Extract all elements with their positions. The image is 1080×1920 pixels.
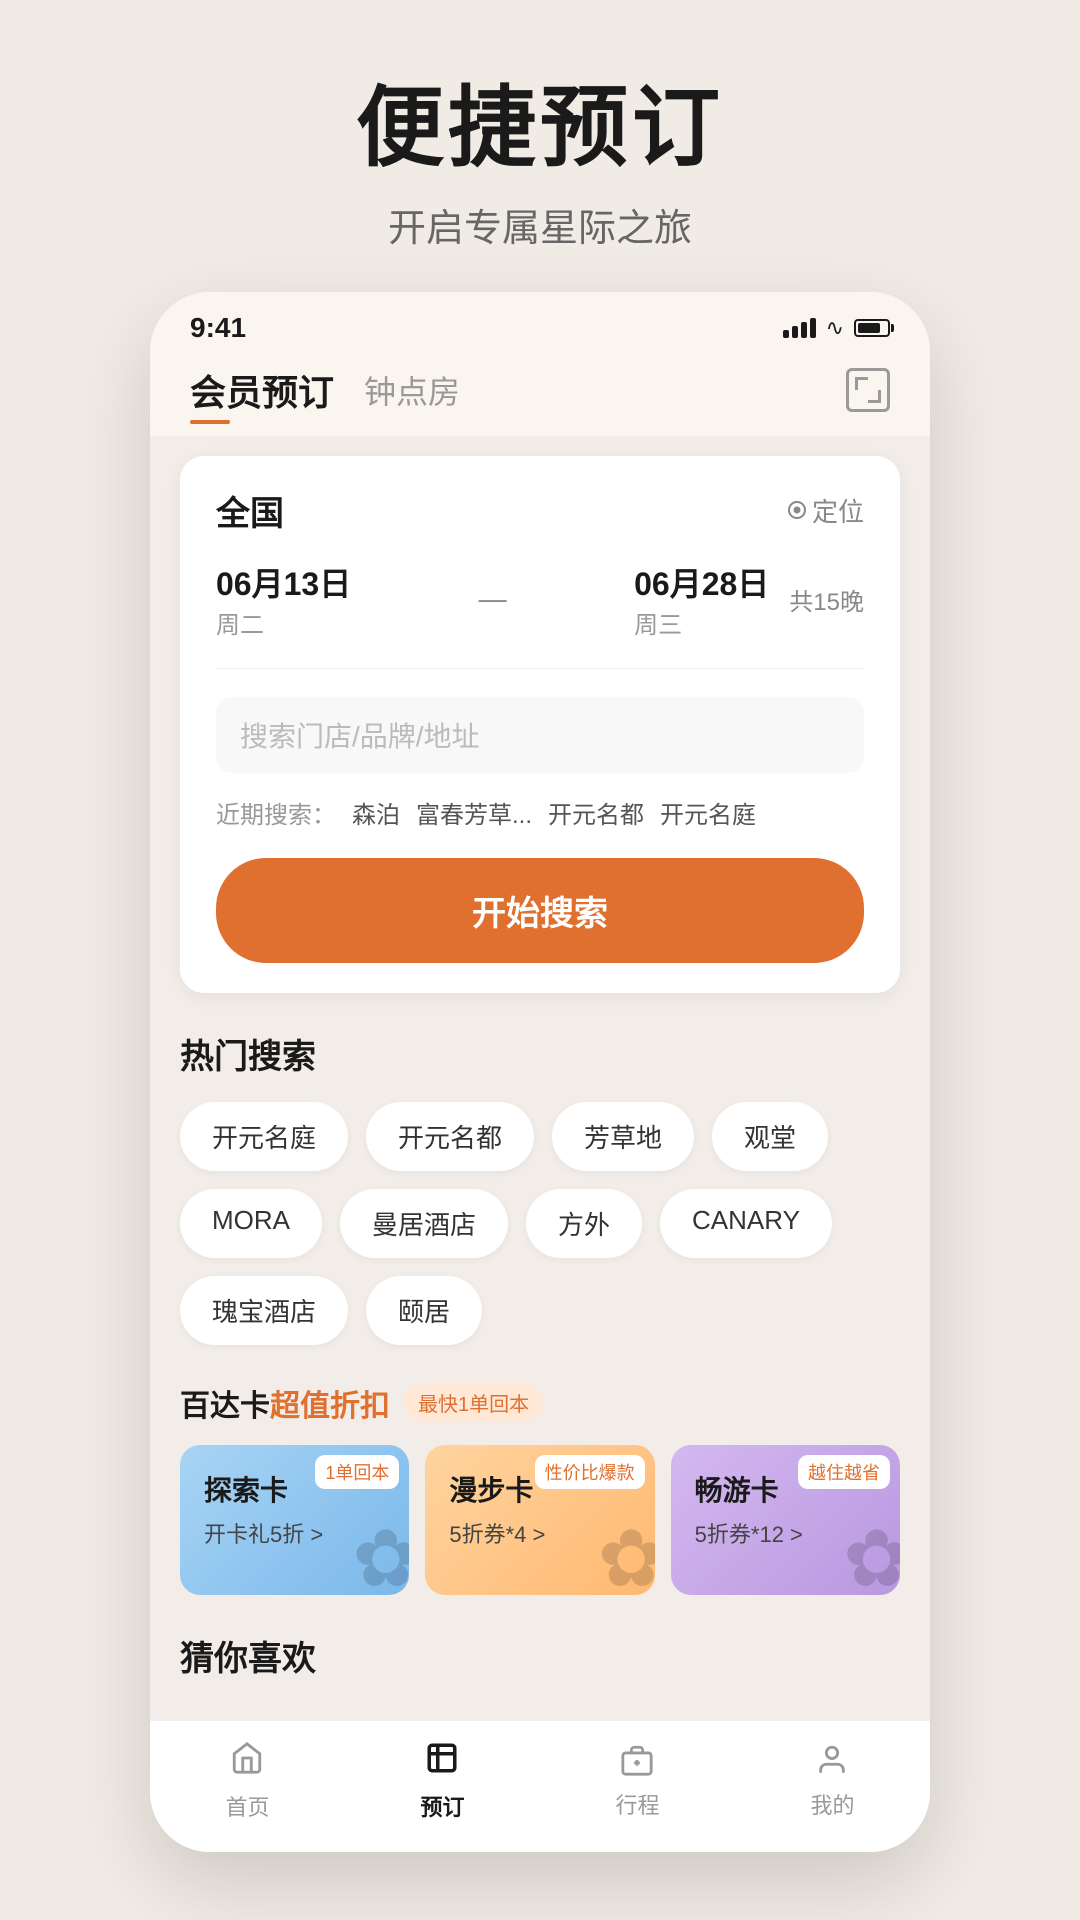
hot-search-title: 热门搜索 — [180, 1029, 900, 1078]
nights-text: 共15晚 — [789, 582, 864, 617]
date-row[interactable]: 06月13日 周二 — 06月28日 周三 共15晚 — [216, 559, 864, 669]
trip-icon — [620, 1743, 654, 1782]
status-icons: ∿ — [783, 315, 890, 341]
nav-label-trip: 行程 — [615, 1788, 659, 1820]
bada-title: 百达卡超值折扣 — [180, 1381, 390, 1425]
card-deco-2: ✿ — [598, 1512, 655, 1595]
card-deco-1: ✿ — [352, 1512, 409, 1595]
nav-item-booking[interactable]: 预订 — [420, 1741, 464, 1822]
header-tabs: 会员预订 钟点房 — [190, 364, 460, 416]
hero-title: 便捷预订 — [356, 80, 724, 177]
recent-item-2[interactable]: 富春芳草... — [416, 795, 532, 830]
bottom-nav: 首页 预订 行程 — [150, 1720, 930, 1852]
wifi-icon: ∿ — [826, 315, 844, 341]
date-arrow: — — [371, 583, 614, 615]
recent-item-3[interactable]: 开元名都 — [548, 795, 644, 830]
tab-member-booking[interactable]: 会员预订 — [190, 364, 334, 416]
location-text: 全国 — [216, 486, 284, 535]
nav-item-home[interactable]: 首页 — [225, 1741, 269, 1822]
phone-mockup: 9:41 ∿ 会员预订 钟点房 全国 — [150, 292, 930, 1852]
location-button[interactable]: 定位 — [788, 492, 864, 529]
tag-5[interactable]: MORA — [180, 1189, 322, 1258]
hero-subtitle: 开启专属星际之旅 — [356, 197, 724, 252]
status-bar: 9:41 ∿ — [150, 292, 930, 354]
tag-7[interactable]: 方外 — [526, 1189, 642, 1258]
date-from: 06月13日 周二 — [216, 559, 351, 640]
bada-section: 百达卡超值折扣 最快1单回本 1单回本 探索卡 开卡礼5折 > ✿ 性价比爆款 … — [180, 1381, 900, 1595]
date-to: 06月28日 周三 — [634, 559, 769, 640]
nav-label-booking: 预订 — [420, 1790, 464, 1822]
hot-search-section: 热门搜索 开元名庭 开元名都 芳草地 观堂 MORA 曼居酒店 方外 CANAR… — [180, 1029, 900, 1345]
home-icon — [230, 1741, 264, 1784]
tag-4[interactable]: 观堂 — [712, 1102, 828, 1171]
search-button[interactable]: 开始搜索 — [216, 858, 864, 963]
tab-hourly-room[interactable]: 钟点房 — [364, 367, 460, 413]
nav-item-trip[interactable]: 行程 — [615, 1743, 659, 1820]
search-card: 全国 定位 06月13日 周二 — 06月28日 周三 共15晚 — [180, 456, 900, 993]
recent-item-4[interactable]: 开元名庭 — [660, 795, 756, 830]
nav-label-profile: 我的 — [810, 1788, 854, 1820]
card-deco-3: ✿ — [843, 1512, 900, 1595]
profile-icon — [815, 1743, 849, 1782]
bada-badge: 最快1单回本 — [404, 1384, 543, 1421]
tag-6[interactable]: 曼居酒店 — [340, 1189, 508, 1258]
card-label-3: 越住越省 — [798, 1455, 890, 1489]
tag-8[interactable]: CANARY — [660, 1189, 832, 1258]
guess-section: 猜你喜欢 — [180, 1631, 900, 1680]
location-label: 定位 — [812, 492, 864, 529]
card-label-1: 1单回本 — [315, 1455, 399, 1489]
date-from-text: 06月13日 — [216, 559, 351, 605]
recent-search-row: 近期搜索： 森泊 富春芳草... 开元名都 开元名庭 — [216, 795, 864, 830]
recent-item-1[interactable]: 森泊 — [352, 795, 400, 830]
hero-section: 便捷预订 开启专属星际之旅 — [356, 0, 724, 292]
status-time: 9:41 — [190, 312, 246, 344]
signal-icon — [783, 318, 816, 338]
bada-highlight: 超值折扣 — [270, 1390, 390, 1423]
bada-cards: 1单回本 探索卡 开卡礼5折 > ✿ 性价比爆款 漫步卡 5折券*4 > ✿ 越… — [180, 1445, 900, 1595]
bada-card-explore[interactable]: 1单回本 探索卡 开卡礼5折 > ✿ — [180, 1445, 409, 1595]
bada-card-travel[interactable]: 越住越省 畅游卡 5折券*12 > ✿ — [671, 1445, 900, 1595]
hot-search-tags: 开元名庭 开元名都 芳草地 观堂 MORA 曼居酒店 方外 CANARY 瑰宝酒… — [180, 1102, 900, 1345]
tag-3[interactable]: 芳草地 — [552, 1102, 694, 1171]
location-row: 全国 定位 — [216, 486, 864, 535]
date-from-day: 周二 — [216, 605, 351, 640]
bada-card-stroll[interactable]: 性价比爆款 漫步卡 5折券*4 > ✿ — [425, 1445, 654, 1595]
bada-header: 百达卡超值折扣 最快1单回本 — [180, 1381, 900, 1425]
date-to-text: 06月28日 — [634, 559, 769, 605]
card-label-2: 性价比爆款 — [535, 1455, 645, 1489]
date-to-day: 周三 — [634, 605, 769, 640]
recent-label: 近期搜索： — [216, 795, 336, 830]
scan-icon[interactable] — [846, 368, 890, 412]
battery-icon — [854, 319, 890, 337]
guess-title: 猜你喜欢 — [180, 1631, 900, 1680]
tag-2[interactable]: 开元名都 — [366, 1102, 534, 1171]
search-input-area[interactable]: 搜索门店/品牌/地址 — [216, 697, 864, 773]
nav-item-profile[interactable]: 我的 — [810, 1743, 854, 1820]
location-dot-icon — [788, 501, 806, 519]
search-placeholder: 搜索门店/品牌/地址 — [240, 721, 480, 752]
nav-label-home: 首页 — [225, 1790, 269, 1822]
app-header: 会员预订 钟点房 — [150, 354, 930, 436]
app-body: 全国 定位 06月13日 周二 — 06月28日 周三 共15晚 — [150, 436, 930, 1720]
tag-1[interactable]: 开元名庭 — [180, 1102, 348, 1171]
booking-icon — [425, 1741, 459, 1784]
tag-9[interactable]: 瑰宝酒店 — [180, 1276, 348, 1345]
tag-10[interactable]: 颐居 — [366, 1276, 482, 1345]
